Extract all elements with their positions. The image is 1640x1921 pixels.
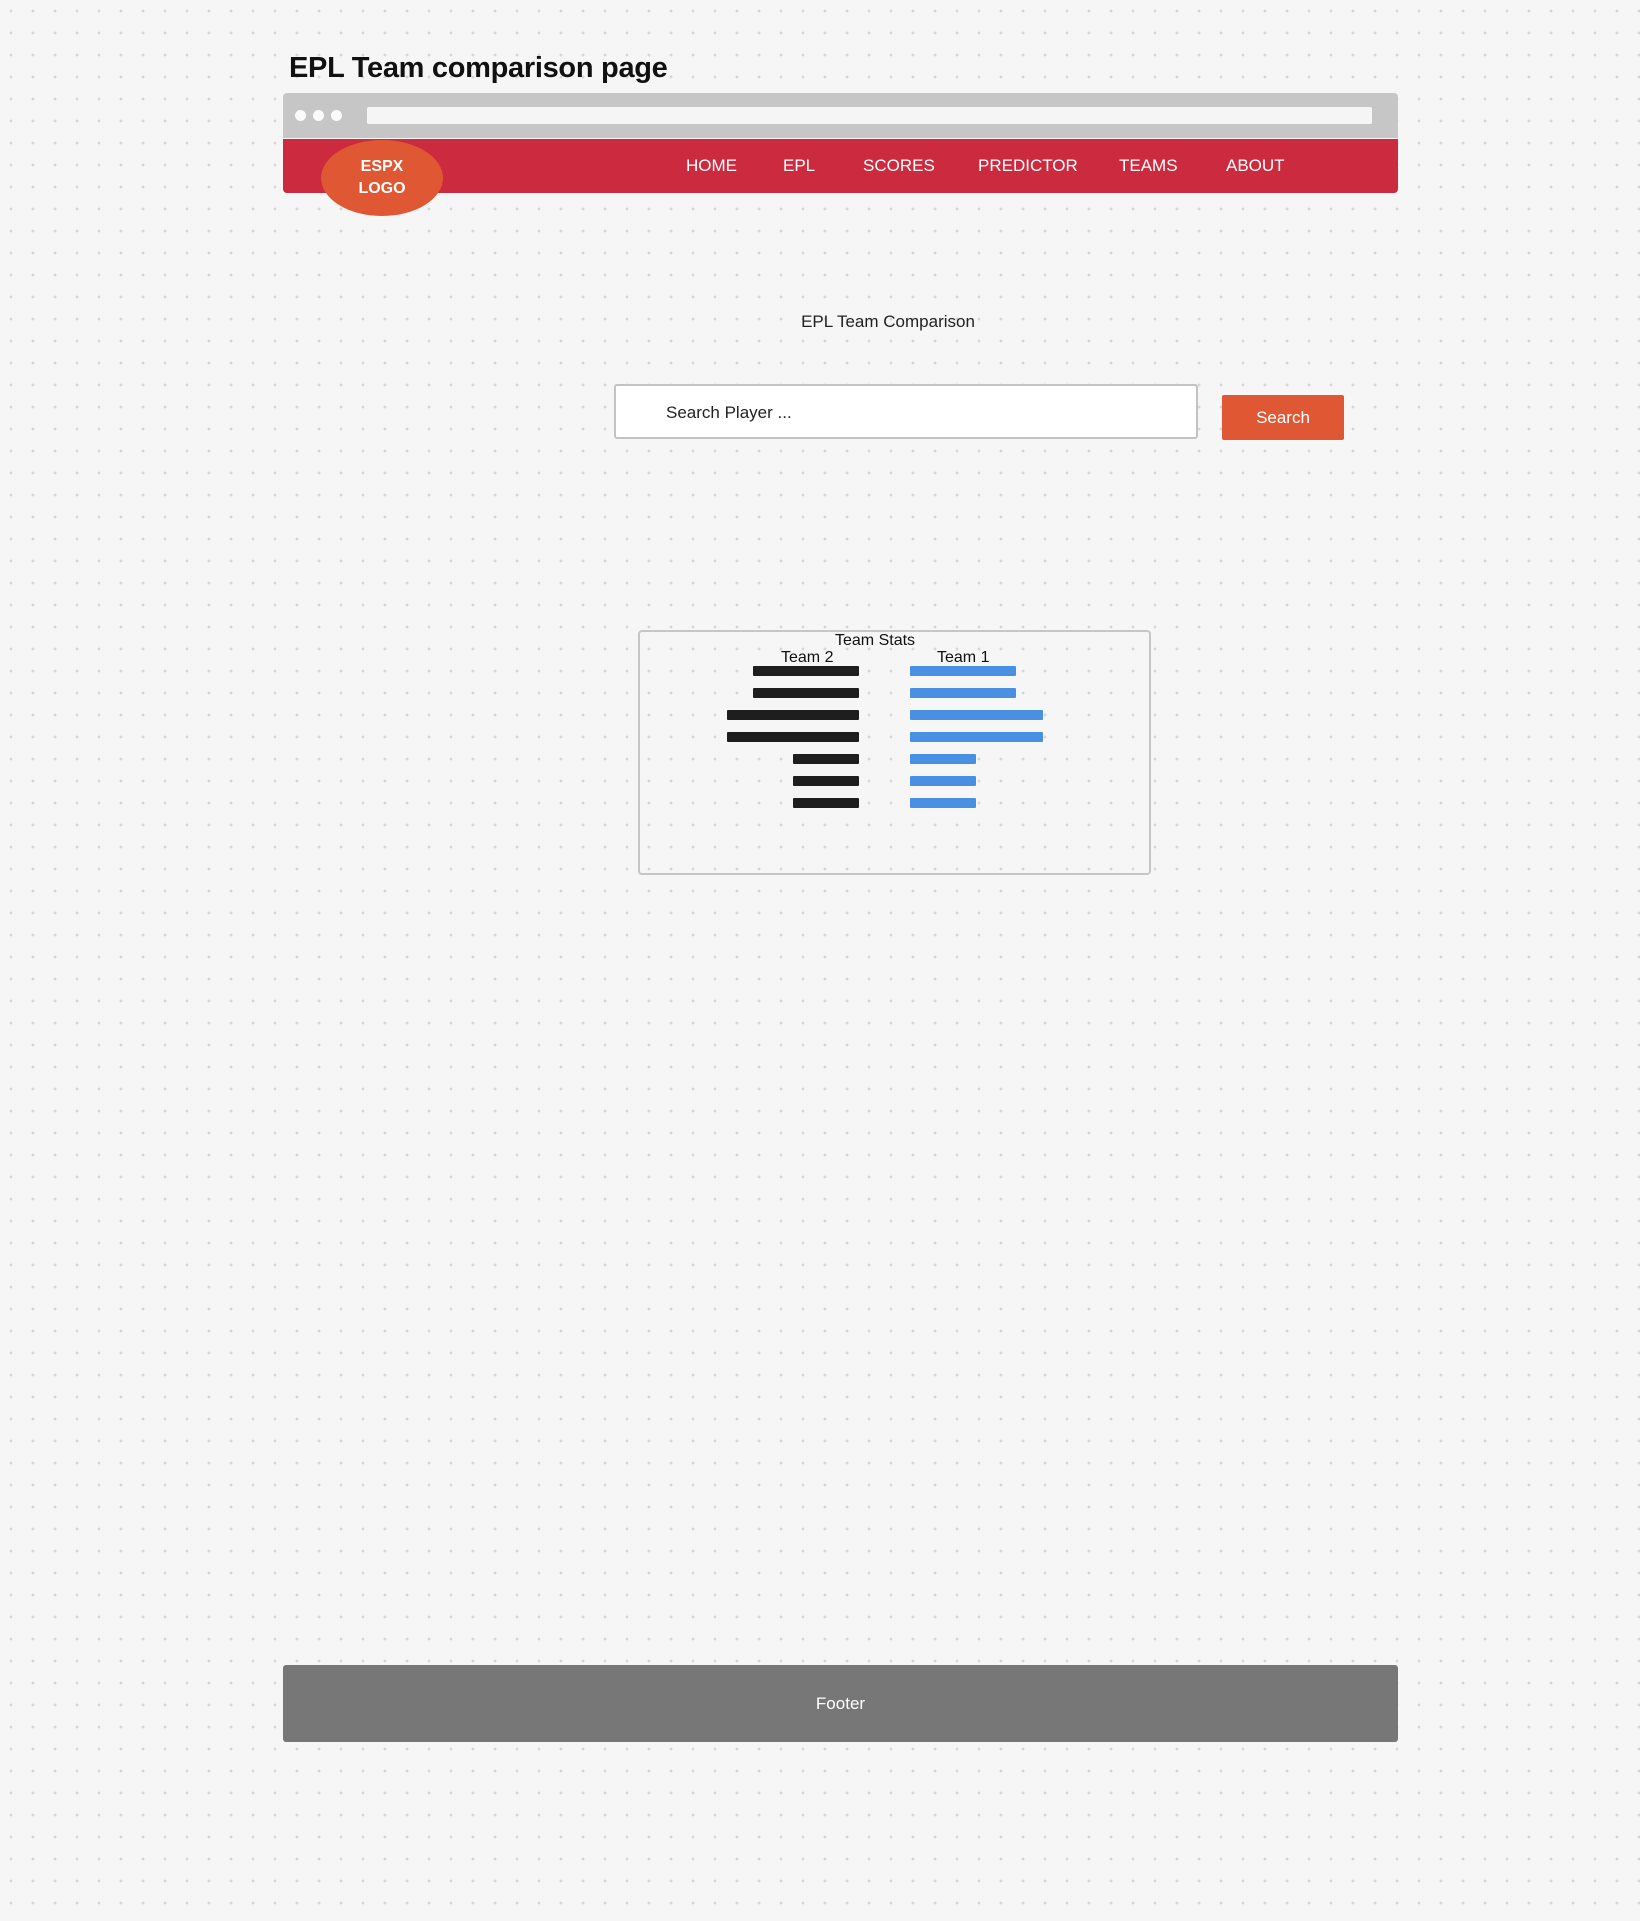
footer: Footer bbox=[283, 1665, 1398, 1742]
team-2-bar bbox=[792, 776, 859, 786]
page-heading: EPL Team comparison page bbox=[289, 52, 668, 84]
window-dot-icon bbox=[331, 110, 342, 121]
team-2-bar bbox=[792, 754, 859, 764]
team-1-label: Team 1 bbox=[937, 649, 990, 666]
logo-text: ESPX LOGO bbox=[358, 158, 406, 197]
nav-item-teams[interactable]: TEAMS bbox=[1119, 156, 1178, 176]
team-2-bar bbox=[726, 732, 859, 742]
team-2-label: Team 2 bbox=[781, 649, 834, 666]
window-dot-icon bbox=[295, 110, 306, 121]
browser-chrome-bar bbox=[283, 93, 1398, 138]
team-2-bar bbox=[753, 666, 859, 676]
team-1-bar bbox=[910, 798, 977, 808]
nav-item-home[interactable]: HOME bbox=[686, 156, 737, 176]
team-2-bar bbox=[726, 710, 859, 720]
team-1-bar bbox=[910, 732, 1043, 742]
search-field[interactable] bbox=[614, 384, 1198, 439]
team-1-bar bbox=[910, 754, 977, 764]
footer-text: Footer bbox=[815, 1693, 866, 1713]
search-button[interactable]: Search bbox=[1222, 395, 1344, 440]
nav-item-scores[interactable]: SCORES bbox=[863, 156, 935, 176]
window-dot-icon bbox=[313, 110, 324, 121]
espx-logo[interactable]: ESPX LOGO bbox=[321, 140, 443, 216]
nav-item-about[interactable]: ABOUT bbox=[1226, 156, 1285, 176]
address-bar[interactable] bbox=[367, 107, 1372, 124]
team-1-bar bbox=[910, 688, 1016, 698]
nav-item-predictor[interactable]: PREDICTOR bbox=[978, 156, 1078, 176]
stats-title: Team Stats bbox=[835, 632, 916, 649]
team-stats-panel bbox=[638, 630, 1151, 875]
team-2-bar bbox=[753, 688, 859, 698]
search-input[interactable] bbox=[664, 386, 1188, 439]
team-2-bar bbox=[792, 798, 859, 808]
team-1-bar bbox=[910, 666, 1016, 676]
team-1-bar bbox=[910, 776, 977, 786]
team-1-bar bbox=[910, 710, 1043, 720]
nav-item-epl[interactable]: EPL bbox=[783, 156, 815, 176]
page-title: EPL Team Comparison bbox=[801, 312, 975, 331]
